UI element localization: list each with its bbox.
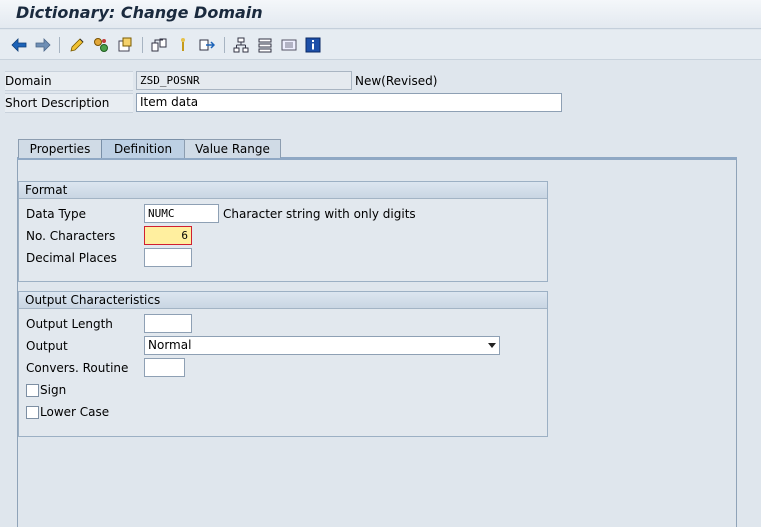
display-change-icon[interactable]	[68, 36, 86, 54]
tab-properties[interactable]: Properties	[18, 139, 102, 158]
lower-case-checkbox[interactable]	[26, 406, 39, 419]
domain-status: New(Revised)	[355, 74, 438, 88]
hierarchy-icon[interactable]	[232, 36, 250, 54]
domain-field[interactable]: ZSD_POSNR	[136, 71, 352, 90]
domain-label-box: Domain	[5, 71, 133, 91]
toolbar-separator	[59, 37, 60, 53]
short-desc-label: Short Description	[5, 96, 110, 110]
tab-value-range[interactable]: Value Range	[184, 139, 281, 158]
navigate-icon[interactable]	[198, 36, 216, 54]
layout-icon[interactable]	[280, 36, 298, 54]
output-characteristics-group: Output Characteristics Output Length Out…	[18, 291, 548, 437]
application-toolbar	[0, 30, 761, 60]
format-group-title: Format	[19, 182, 547, 199]
tab-definition-label: Definition	[113, 142, 173, 156]
info-icon[interactable]	[304, 36, 322, 54]
output-group-title: Output Characteristics	[19, 292, 547, 309]
conversion-routine-field[interactable]	[144, 358, 185, 377]
where-used-icon[interactable]	[174, 36, 192, 54]
sign-label: Sign	[40, 383, 67, 397]
short-description-field[interactable]: Item data	[136, 93, 562, 112]
tab-properties-label: Properties	[29, 142, 91, 156]
back-icon[interactable]	[10, 36, 28, 54]
data-type-label: Data Type	[26, 207, 87, 221]
no-characters-label: No. Characters	[26, 229, 116, 243]
sign-checkbox[interactable]	[26, 384, 39, 397]
domain-label: Domain	[5, 74, 52, 88]
check-icon[interactable]	[150, 36, 168, 54]
other-object-icon[interactable]	[92, 36, 110, 54]
output-dropdown[interactable]: Normal	[144, 336, 500, 355]
activate-icon[interactable]	[116, 36, 134, 54]
output-length-label: Output Length	[26, 317, 113, 331]
tab-value-range-label: Value Range	[195, 142, 270, 156]
forward-icon[interactable]	[34, 36, 52, 54]
toolbar-separator	[224, 37, 225, 53]
output-label: Output	[26, 339, 68, 353]
no-characters-field[interactable]: 6	[144, 226, 192, 245]
format-group: Format Data Type NUMC Character string w…	[18, 181, 548, 282]
decimal-places-label: Decimal Places	[26, 251, 117, 265]
list-icon[interactable]	[256, 36, 274, 54]
chevron-down-icon[interactable]	[488, 343, 496, 348]
title-bar: Dictionary: Change Domain	[0, 0, 761, 29]
output-length-field[interactable]	[144, 314, 192, 333]
decimal-places-field[interactable]	[144, 248, 192, 267]
output-dropdown-value: Normal	[148, 338, 192, 352]
short-desc-label-box: Short Description	[5, 93, 133, 113]
data-type-field[interactable]: NUMC	[144, 204, 219, 223]
page-title: Dictionary: Change Domain	[16, 3, 263, 22]
data-type-description: Character string with only digits	[223, 207, 416, 221]
tab-definition[interactable]: Definition	[101, 139, 185, 158]
lower-case-label: Lower Case	[40, 405, 110, 419]
toolbar-separator	[142, 37, 143, 53]
conversion-routine-label: Convers. Routine	[26, 361, 129, 375]
